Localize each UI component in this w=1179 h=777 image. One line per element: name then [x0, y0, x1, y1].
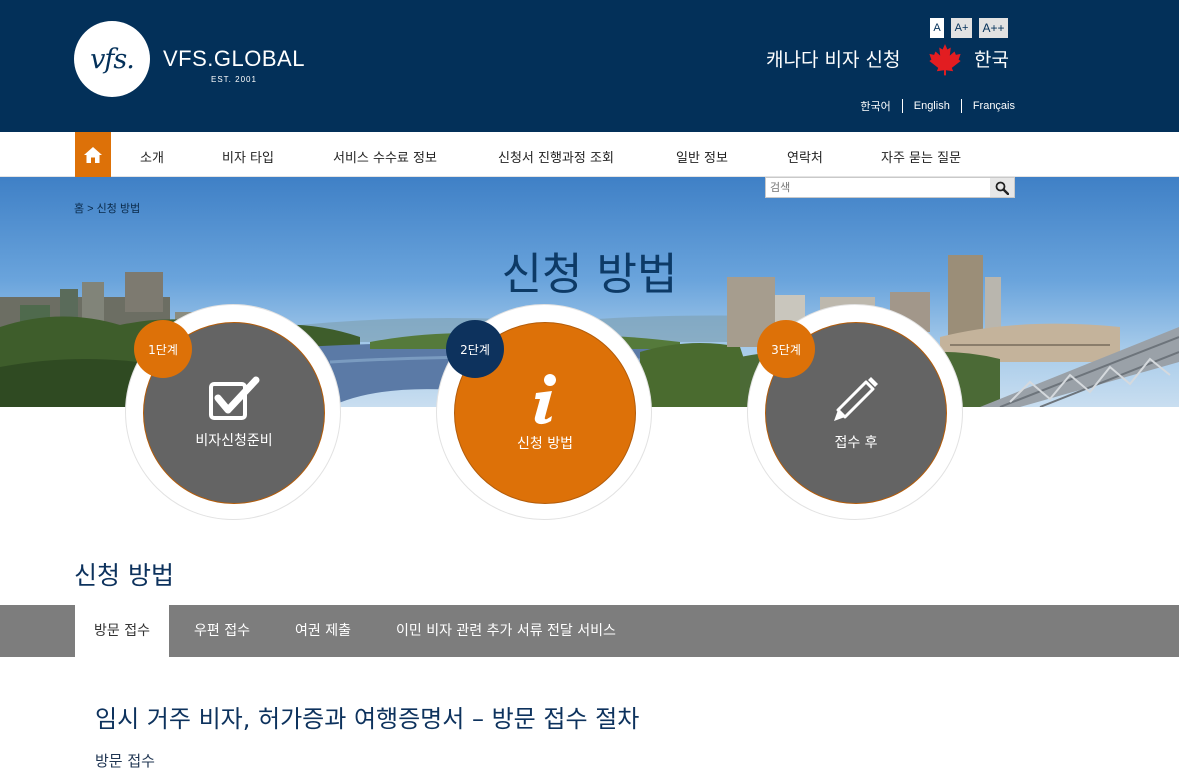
vfs-logo[interactable]: vfs.: [74, 21, 150, 97]
content-title: 임시 거주 비자, 허가증과 여행증명서 – 방문 접수 절차: [95, 705, 640, 733]
nav-item-visa-types[interactable]: 비자 타입: [222, 147, 274, 166]
checkbox-check-icon: [209, 376, 260, 420]
content-subtitle: 방문 접수: [95, 752, 155, 770]
tab-by-mail[interactable]: 우편 접수: [194, 605, 250, 657]
nav-item-about[interactable]: 소개: [140, 147, 164, 166]
breadcrumb: 홈 > 신청 방법: [74, 203, 141, 215]
font-size-controls: A A+ A++: [930, 18, 1008, 38]
lang-korean[interactable]: 한국어: [849, 98, 901, 114]
brand-established: EST. 2001: [211, 75, 257, 84]
search-input[interactable]: [766, 178, 990, 197]
search-box: [765, 177, 1015, 198]
search-icon: [995, 181, 1009, 195]
font-size-normal-button[interactable]: A: [930, 18, 944, 38]
country-name: 한국: [974, 49, 1009, 71]
home-button[interactable]: [75, 132, 111, 177]
nav-item-faq[interactable]: 자주 묻는 질문: [881, 147, 961, 166]
logo-text: vfs.: [90, 43, 135, 75]
step-3-badge: 3단계: [757, 320, 815, 378]
step-2-label: 신청 방법: [517, 436, 573, 452]
tab-in-person[interactable]: 방문 접수: [75, 605, 169, 657]
language-switcher: 한국어 English Français: [849, 98, 1015, 114]
tab-passport-submission[interactable]: 여권 제출: [295, 605, 351, 657]
font-size-larger-button[interactable]: A++: [979, 18, 1008, 38]
site-header: vfs. VFS.GLOBAL EST. 2001 A A+ A++ 캐나다 비…: [0, 0, 1179, 132]
step-2-badge: 2단계: [446, 320, 504, 378]
pencil-icon: [834, 377, 878, 421]
brand-name: VFS.GLOBAL: [163, 46, 305, 71]
page-title: 신청 방법: [501, 249, 678, 300]
step-1-badge: 1단계: [134, 320, 192, 378]
step-1-label: 비자신청준비: [195, 433, 273, 449]
search-button[interactable]: [990, 178, 1014, 197]
lang-english[interactable]: English: [903, 100, 961, 112]
tab-bar: 방문 접수 우편 접수 여권 제출 이민 비자 관련 추가 서류 전달 서비스: [0, 605, 1179, 657]
main-nav: 소개 비자 타입 서비스 수수료 정보 신청서 진행과정 조회 일반 정보 연락…: [0, 132, 1179, 177]
info-icon: [534, 374, 556, 425]
site-title: 캐나다 비자 신청: [766, 49, 901, 71]
home-icon: [84, 146, 102, 163]
step-3-label: 접수 후: [834, 435, 878, 451]
section-title: 신청 방법: [74, 561, 174, 590]
nav-item-track-application[interactable]: 신청서 진행과정 조회: [498, 147, 614, 166]
nav-item-general-info[interactable]: 일반 정보: [676, 147, 728, 166]
nav-item-service-fees[interactable]: 서비스 수수료 정보: [333, 147, 437, 166]
nav-item-contact[interactable]: 연락처: [787, 147, 823, 166]
tab-additional-documents[interactable]: 이민 비자 관련 추가 서류 전달 서비스: [396, 605, 616, 657]
maple-leaf-icon: [929, 44, 961, 76]
lang-french[interactable]: Français: [962, 100, 1015, 112]
font-size-large-button[interactable]: A+: [951, 18, 972, 38]
